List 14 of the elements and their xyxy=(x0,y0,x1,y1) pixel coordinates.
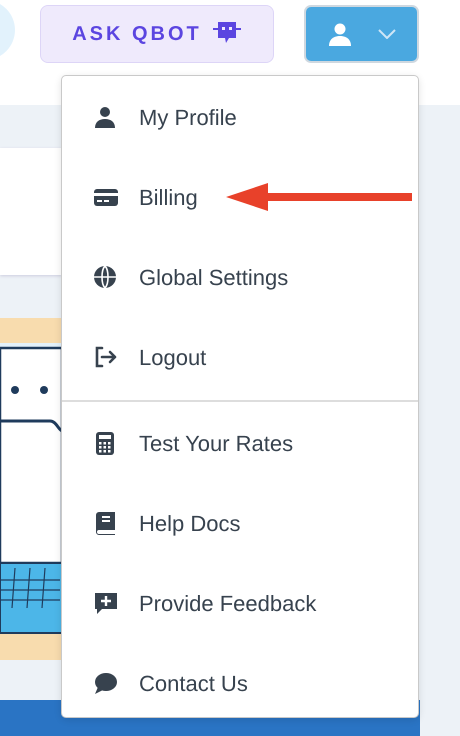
menu-item-icon xyxy=(93,265,119,291)
ask-qbot-button[interactable]: ASK QBOT xyxy=(40,5,274,63)
chevron-down-icon xyxy=(378,29,396,39)
menu-item[interactable]: Logout xyxy=(62,318,418,398)
user-menu-button[interactable] xyxy=(304,5,419,63)
menu-item[interactable]: Test Your Rates xyxy=(62,404,418,484)
menu-item-icon xyxy=(93,591,119,617)
menu-item[interactable]: My Profile xyxy=(62,78,418,158)
menu-item[interactable]: Help Docs xyxy=(62,484,418,564)
menu-item[interactable]: Contact Us xyxy=(62,644,418,724)
menu-item[interactable]: Global Settings xyxy=(62,238,418,318)
menu-item[interactable]: Provide Feedback xyxy=(62,564,418,644)
menu-item-icon xyxy=(93,671,119,697)
person-icon xyxy=(328,22,352,46)
